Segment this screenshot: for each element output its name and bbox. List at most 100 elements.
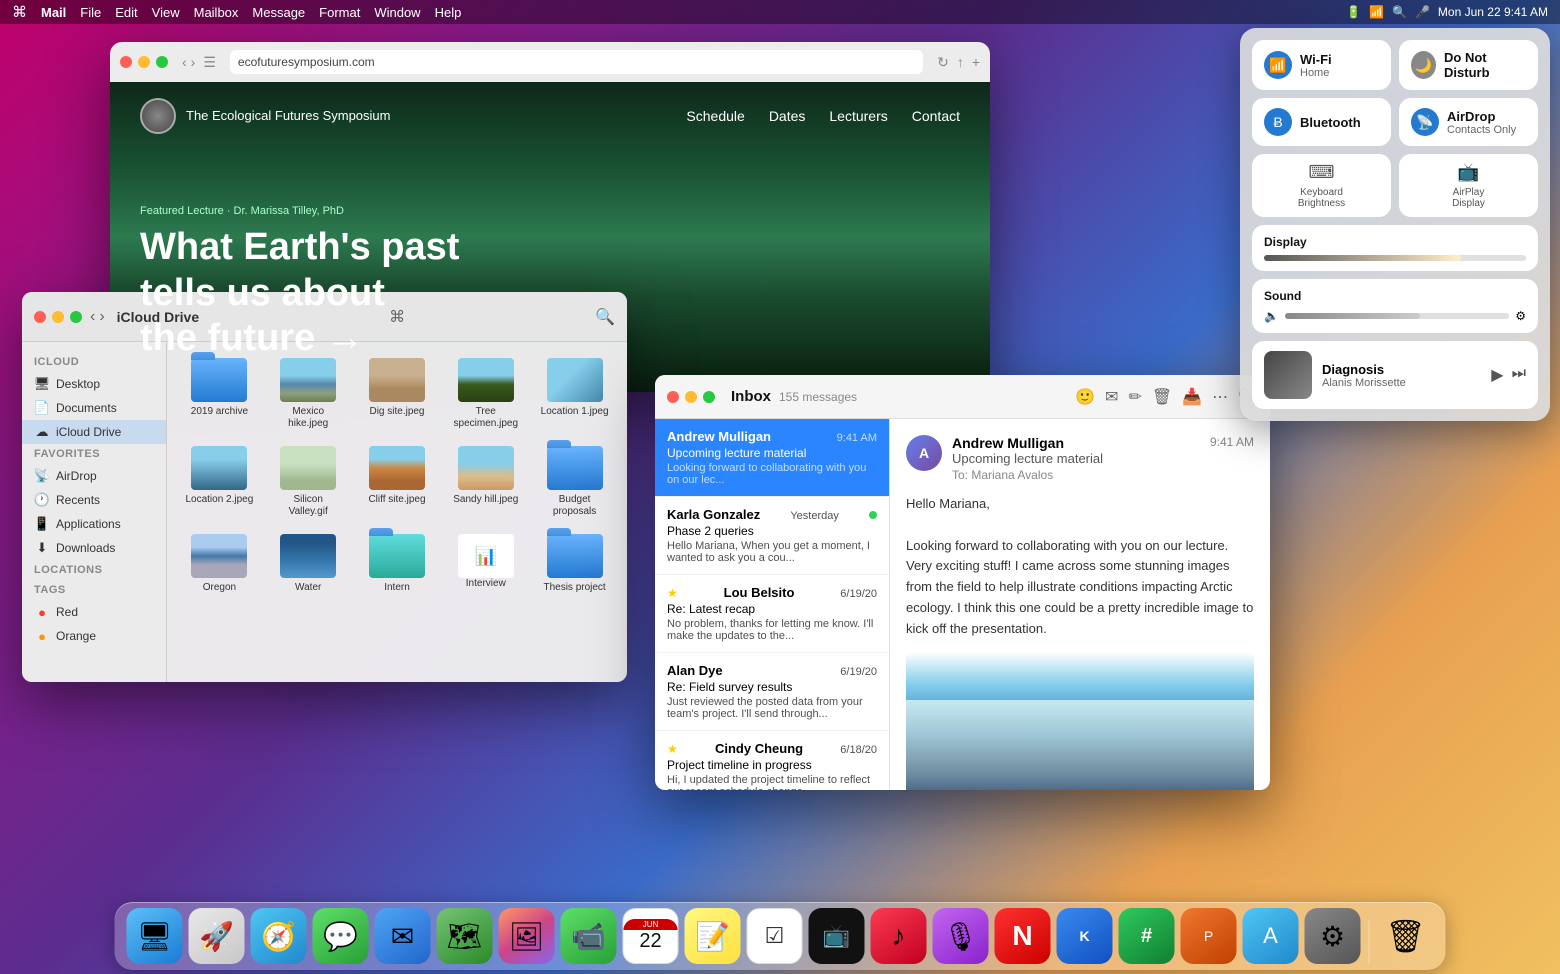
mail-archive-icon[interactable]: 📥 bbox=[1182, 387, 1202, 407]
mail-reply-icon[interactable]: ✏ bbox=[1128, 387, 1141, 407]
menu-help[interactable]: Help bbox=[435, 5, 462, 20]
finder-back-button[interactable]: ‹ bbox=[90, 308, 95, 326]
menu-mailbox[interactable]: Mailbox bbox=[194, 5, 239, 20]
browser-forward-button[interactable]: › bbox=[191, 54, 196, 70]
mail-new-message-icon[interactable]: ✉ bbox=[1105, 387, 1118, 407]
cc-bluetooth-tile[interactable]: Ƀ Bluetooth bbox=[1252, 98, 1391, 146]
finder-close-button[interactable] bbox=[34, 311, 46, 323]
music-next-button[interactable]: ⏭ bbox=[1512, 365, 1526, 385]
dock-photos[interactable]: 🖼 bbox=[499, 908, 555, 964]
browser-back-button[interactable]: ‹ bbox=[182, 54, 187, 70]
menu-file[interactable]: File bbox=[80, 5, 101, 20]
display-slider[interactable] bbox=[1264, 255, 1526, 261]
file-item-water[interactable]: Water bbox=[266, 528, 351, 600]
site-menu-schedule[interactable]: Schedule bbox=[686, 108, 744, 124]
cc-dnd-tile[interactable]: 🌙 Do Not Disturb bbox=[1399, 40, 1538, 90]
mail-compose-icon[interactable]: 🙂 bbox=[1075, 387, 1095, 407]
dock-music[interactable]: ♪ bbox=[871, 908, 927, 964]
mail-item-lou[interactable]: ★ Lou Belsito 6/19/20 Re: Latest recap N… bbox=[655, 575, 889, 653]
spotlight-icon[interactable]: 🔍 bbox=[1392, 5, 1407, 19]
menu-format[interactable]: Format bbox=[319, 5, 360, 20]
file-item-dig-site[interactable]: Dig site.jpeg bbox=[355, 352, 440, 436]
dock-news[interactable]: N bbox=[995, 908, 1051, 964]
dock-calendar[interactable]: JUN 22 bbox=[623, 908, 679, 964]
sidebar-item-applications[interactable]: 📱 Applications bbox=[22, 512, 166, 536]
site-menu-dates[interactable]: Dates bbox=[769, 108, 806, 124]
site-menu-contact[interactable]: Contact bbox=[912, 108, 960, 124]
menu-mail[interactable]: Mail bbox=[41, 5, 66, 20]
sound-slider[interactable] bbox=[1285, 313, 1509, 319]
sidebar-tag-orange[interactable]: ● Orange bbox=[22, 624, 166, 648]
sidebar-toggle[interactable]: ☰ bbox=[203, 54, 216, 71]
music-play-button[interactable]: ▶ bbox=[1491, 365, 1503, 385]
cc-keyboard-brightness-tile[interactable]: ⌨ KeyboardBrightness bbox=[1252, 154, 1391, 217]
dock-finder[interactable]: 🖥 bbox=[127, 908, 183, 964]
browser-close-button[interactable] bbox=[120, 56, 132, 68]
dock-reminders[interactable]: ☑ bbox=[747, 908, 803, 964]
sound-settings-icon[interactable]: ⚙ bbox=[1515, 309, 1526, 323]
dock-numbers[interactable]: # bbox=[1119, 908, 1175, 964]
mail-delete-icon[interactable]: 🗑 bbox=[1152, 387, 1172, 407]
file-item-location1[interactable]: Location 1.jpeg bbox=[532, 352, 617, 436]
sidebar-item-desktop[interactable]: 🖥 Desktop bbox=[22, 372, 166, 396]
browser-url-bar[interactable]: ecofuturesymposium.com bbox=[230, 50, 923, 74]
sidebar-item-airdrop[interactable]: 📡 AirDrop bbox=[22, 464, 166, 488]
dock-system-preferences[interactable]: ⚙ bbox=[1305, 908, 1361, 964]
file-item-cliff-site[interactable]: Cliff site.jpeg bbox=[355, 440, 440, 524]
finder-forward-button[interactable]: › bbox=[99, 308, 104, 326]
mail-item-andrew[interactable]: Andrew Mulligan 9:41 AM Upcoming lecture… bbox=[655, 419, 889, 497]
file-item-thesis-project[interactable]: Thesis project bbox=[532, 528, 617, 600]
file-item-mexico-hike[interactable]: Mexico hike.jpeg bbox=[266, 352, 351, 436]
dock-app-store[interactable]: A bbox=[1243, 908, 1299, 964]
apple-menu[interactable]: ⌘ bbox=[12, 3, 27, 21]
dock-keynote[interactable]: K bbox=[1057, 908, 1113, 964]
dock-podcasts[interactable]: 🎙 bbox=[933, 908, 989, 964]
menu-window[interactable]: Window bbox=[374, 5, 420, 20]
menu-view[interactable]: View bbox=[152, 5, 180, 20]
site-menu-lecturers[interactable]: Lecturers bbox=[829, 108, 887, 124]
sidebar-item-downloads[interactable]: ⬇ Downloads bbox=[22, 536, 166, 560]
siri-icon[interactable]: 🎤 bbox=[1415, 5, 1430, 19]
mail-minimize-button[interactable] bbox=[685, 391, 697, 403]
browser-refresh[interactable]: ↻ bbox=[937, 54, 949, 71]
browser-minimize-button[interactable] bbox=[138, 56, 150, 68]
dock-mail[interactable]: ✉ bbox=[375, 908, 431, 964]
browser-add-tab[interactable]: + bbox=[972, 54, 980, 70]
menu-message[interactable]: Message bbox=[252, 5, 305, 20]
cc-airdrop-tile[interactable]: 📡 AirDrop Contacts Only bbox=[1399, 98, 1538, 146]
file-item-sandy-hill[interactable]: Sandy hill.jpeg bbox=[443, 440, 528, 524]
cc-wifi-tile[interactable]: 📶 Wi-Fi Home bbox=[1252, 40, 1391, 90]
dock-notes[interactable]: 📝 bbox=[685, 908, 741, 964]
dock-pages[interactable]: P bbox=[1181, 908, 1237, 964]
dock-launchpad[interactable]: 🚀 bbox=[189, 908, 245, 964]
mail-close-button[interactable] bbox=[667, 391, 679, 403]
mail-folder-icon[interactable]: ⋯ bbox=[1212, 387, 1228, 407]
file-item-location2[interactable]: Location 2.jpeg bbox=[177, 440, 262, 524]
file-item-tree-specimen[interactable]: Tree specimen.jpeg bbox=[443, 352, 528, 436]
cc-airplay-tile[interactable]: 📺 AirPlayDisplay bbox=[1399, 154, 1538, 217]
file-item-silicon-valley[interactable]: Silicon Valley.gif bbox=[266, 440, 351, 524]
mail-item-alan[interactable]: Alan Dye 6/19/20 Re: Field survey result… bbox=[655, 653, 889, 731]
file-item-2019-archive[interactable]: 2019 archive bbox=[177, 352, 262, 436]
mail-item-karla[interactable]: Karla Gonzalez Yesterday Phase 2 queries… bbox=[655, 497, 889, 575]
finder-search-icon[interactable]: 🔍 bbox=[595, 307, 615, 327]
finder-minimize-button[interactable] bbox=[52, 311, 64, 323]
mail-item-cindy[interactable]: ★ Cindy Cheung 6/18/20 Project timeline … bbox=[655, 731, 889, 790]
mail-maximize-button[interactable] bbox=[703, 391, 715, 403]
dock-messages[interactable]: 💬 bbox=[313, 908, 369, 964]
dock-facetime[interactable]: 📹 bbox=[561, 908, 617, 964]
file-item-oregon[interactable]: Oregon bbox=[177, 528, 262, 600]
browser-share[interactable]: ↑ bbox=[957, 54, 964, 70]
dock-apple-tv[interactable]: 📺 bbox=[809, 908, 865, 964]
dock-safari[interactable]: 🧭 bbox=[251, 908, 307, 964]
sidebar-tag-red[interactable]: ● Red bbox=[22, 600, 166, 624]
dock-trash[interactable]: 🗑 bbox=[1378, 908, 1434, 964]
sidebar-item-icloud-drive[interactable]: ☁ iCloud Drive bbox=[22, 420, 166, 444]
file-item-budget[interactable]: Budget proposals bbox=[532, 440, 617, 524]
file-item-interview[interactable]: 📊 Interview bbox=[443, 528, 528, 600]
browser-maximize-button[interactable] bbox=[156, 56, 168, 68]
sidebar-item-documents[interactable]: 📄 Documents bbox=[22, 396, 166, 420]
finder-maximize-button[interactable] bbox=[70, 311, 82, 323]
dock-maps[interactable]: 🗺 bbox=[437, 908, 493, 964]
sidebar-item-recents[interactable]: 🕐 Recents bbox=[22, 488, 166, 512]
